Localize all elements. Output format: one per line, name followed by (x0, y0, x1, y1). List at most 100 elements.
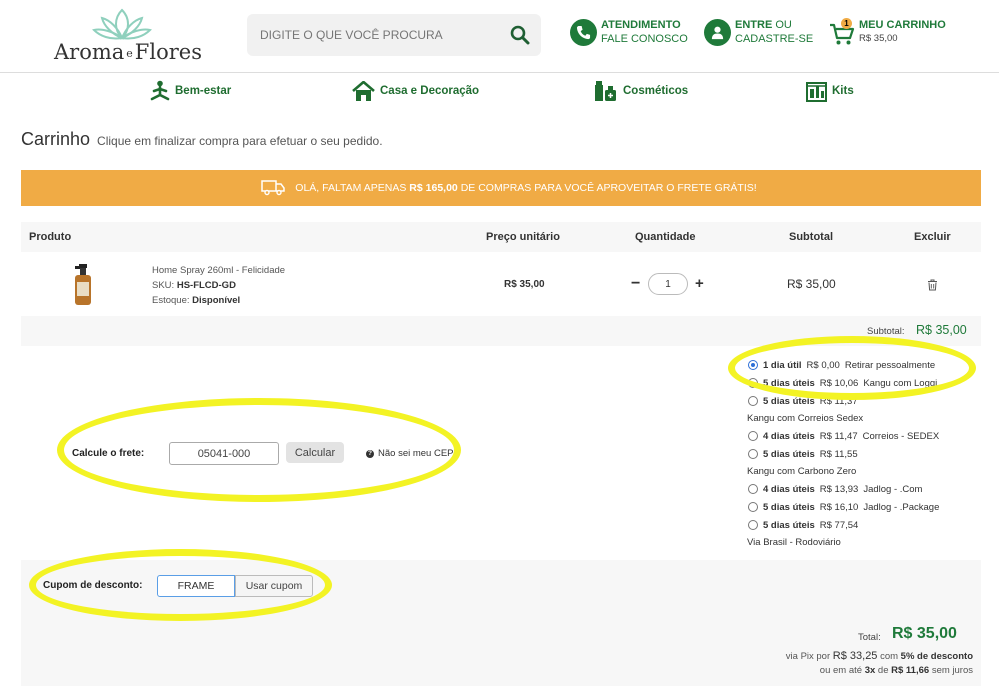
option-price: R$ 10,06 (819, 377, 859, 389)
cosmetics-icon (595, 81, 616, 101)
subtotal-value: R$ 35,00 (916, 323, 967, 337)
col-product: Produto (29, 231, 72, 243)
freight-label: Calcule o frete: (72, 448, 145, 459)
option-price: R$ 16,10 (819, 501, 859, 513)
logo-text: Aroma eFlores (54, 40, 202, 64)
shipping-option[interactable]: 5 dias úteis R$ 11,55 (747, 445, 987, 463)
nav-label: Cosméticos (623, 85, 689, 97)
option-price: R$ 11,47 (819, 430, 858, 442)
option-price: R$ 0,00 (806, 359, 840, 371)
option-days: 5 dias úteis (763, 519, 815, 531)
cart-icon: 1 (829, 18, 857, 46)
help-icon: ? (366, 449, 374, 458)
shipping-radio[interactable] (748, 484, 758, 494)
nav-label: Casa e Decoração (380, 85, 480, 97)
product-image[interactable] (69, 264, 95, 306)
shipping-option[interactable]: 1 dia útil R$ 0,00 Retirar pessoalmente (747, 356, 987, 374)
logo[interactable]: Aroma eFlores (54, 8, 202, 66)
nav-item-casa[interactable]: Casa e Decoração (352, 79, 479, 103)
row-subtotal: R$ 35,00 (787, 277, 836, 291)
account-link[interactable]: ENTRE OU CADASTRE-SE (704, 16, 813, 48)
phone-icon (570, 18, 597, 46)
unknown-cep-link[interactable]: ? Não sei meu CEP (366, 448, 454, 459)
house-icon (352, 80, 375, 101)
option-carrier: Jadlog - .Com (863, 483, 923, 495)
option-carrier: Retirar pessoalmente (844, 359, 936, 371)
option-price: R$ 13,93 (819, 483, 859, 495)
table-row: Home Spray 260ml - Felicidade SKU: HS-FL… (21, 252, 981, 316)
pix-price-line: via Pix por R$ 33,25 com 5% de desconto (785, 650, 973, 662)
shipping-radio[interactable] (748, 431, 758, 441)
nav-item-bem-estar[interactable]: Bem-estar (150, 79, 231, 103)
stock-label: Estoque: (152, 295, 190, 306)
option-carrier: Via Brasil - Rodoviário (747, 537, 841, 548)
option-days: 5 dias úteis (763, 501, 815, 513)
page-subtitle: Clique em finalizar compra para efetuar … (97, 134, 383, 148)
shipping-option[interactable]: 5 dias úteis R$ 77,54 (747, 516, 987, 534)
option-days: 5 dias úteis (763, 377, 815, 389)
option-price: R$ 77,54 (819, 519, 859, 531)
option-carrier: Jadlog - .Package (863, 501, 940, 513)
option-carrier: Correios - SEDEX (862, 430, 940, 442)
support-text: ATENDIMENTO FALE CONOSCO (601, 19, 688, 45)
nav-label: Kits (832, 85, 854, 97)
shipping-option[interactable]: 5 dias úteis R$ 16,10 Jadlog - .Package (747, 498, 987, 516)
installments-line: ou em até 3x de R$ 11,66 sem juros (819, 665, 973, 676)
shipping-option[interactable]: 5 dias úteis R$ 10,06 Kangu com Loggi (747, 374, 987, 392)
col-quantity: Quantidade (635, 231, 696, 243)
trash-icon[interactable] (927, 279, 938, 291)
shipping-option[interactable]: 4 dias úteis R$ 11,47 Correios - SEDEX (747, 427, 987, 445)
shipping-radio[interactable] (748, 378, 758, 388)
subtotal-bar: Subtotal: R$ 35,00 (21, 316, 981, 346)
shipping-radio[interactable] (748, 449, 758, 459)
cep-input[interactable] (169, 442, 279, 465)
shipping-option[interactable]: 4 dias úteis R$ 13,93 Jadlog - .Com (747, 480, 987, 498)
quantity-increase-button[interactable]: + (695, 275, 704, 292)
truck-icon (261, 180, 285, 196)
free-shipping-banner: OLÁ, FALTAM APENAS R$ 165,00 DE COMPRAS … (21, 170, 981, 206)
unknown-cep-text: Não sei meu CEP (378, 448, 454, 459)
shipping-radio[interactable] (748, 396, 758, 406)
quantity-input[interactable] (648, 273, 688, 295)
quantity-decrease-button[interactable]: − (631, 275, 640, 293)
apply-coupon-button[interactable]: Usar cupom (235, 575, 313, 597)
unit-price: R$ 35,00 (504, 279, 545, 290)
nav-label: Bem-estar (175, 85, 232, 97)
support-link[interactable]: ATENDIMENTO FALE CONOSCO (570, 16, 688, 48)
search-bar (247, 14, 541, 56)
shipping-options: 1 dia útil R$ 0,00 Retirar pessoalmente … (747, 356, 987, 551)
stock-value: Disponível (192, 295, 241, 306)
search-input[interactable] (247, 14, 497, 56)
cart-table-header: Produto Preço unitário Quantidade Subtot… (21, 222, 981, 252)
search-icon[interactable] (510, 25, 530, 45)
shipping-radio[interactable] (748, 360, 758, 370)
option-price: R$ 11,37 (819, 395, 858, 407)
product-name[interactable]: Home Spray 260ml - Felicidade (152, 263, 285, 278)
sku-value: HS-FLCD-GD (176, 280, 236, 291)
option-days: 5 dias úteis (763, 448, 815, 460)
sku-label: SKU: (152, 280, 175, 291)
nav-item-cosmeticos[interactable]: Cosméticos (594, 79, 688, 103)
total-value: R$ 35,00 (892, 625, 957, 642)
cart-link[interactable]: 1 MEU CARRINHO R$ 35,00 (829, 16, 946, 48)
option-days: 5 dias úteis (763, 395, 815, 407)
coupon-label: Cupom de desconto: (43, 580, 143, 591)
shipping-radio[interactable] (748, 502, 758, 512)
option-price: R$ 11,55 (819, 448, 858, 460)
user-icon (704, 18, 731, 46)
account-text: ENTRE OU CADASTRE-SE (735, 19, 814, 45)
option-carrier: Kangu com Correios Sedex (747, 413, 864, 424)
subtotal-label: Subtotal: (867, 326, 905, 337)
col-remove: Excluir (914, 231, 951, 243)
site-header: AromaeFlores ATENDIMENTO FALE CONOSCO EN… (0, 0, 999, 73)
product-info: Home Spray 260ml - Felicidade SKU: HS-FL… (152, 263, 285, 308)
col-unit-price: Preço unitário (486, 231, 560, 243)
shipping-option[interactable]: 5 dias úteis R$ 11,37 (747, 392, 987, 410)
calculate-freight-button[interactable]: Calcular (286, 442, 344, 463)
shipping-radio[interactable] (748, 520, 758, 530)
col-subtotal: Subtotal (789, 231, 833, 243)
coupon-input[interactable] (157, 575, 235, 597)
meditation-icon (150, 80, 170, 101)
option-carrier: Kangu com Carbono Zero (747, 466, 857, 477)
nav-item-kits[interactable]: Kits (806, 79, 854, 103)
